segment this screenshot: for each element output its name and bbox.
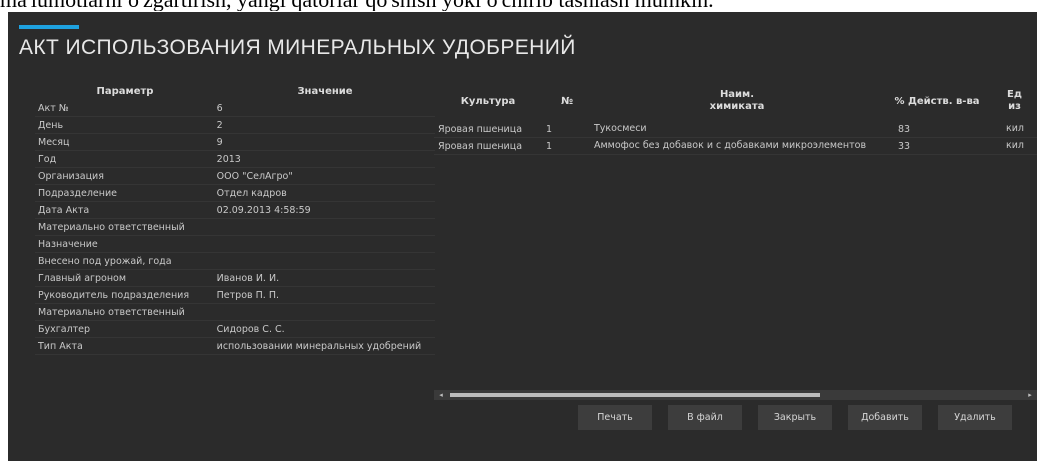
- cell-active-substance[interactable]: 33: [882, 141, 992, 152]
- parameter-label: Акт №: [38, 102, 69, 114]
- cell-unit[interactable]: кил: [992, 140, 1037, 152]
- column-number[interactable]: №: [542, 96, 592, 107]
- parameter-row[interactable]: Акт № 6: [35, 100, 435, 117]
- cell-number[interactable]: 1: [542, 141, 592, 152]
- parameter-row[interactable]: Организация ООО "СелАгро": [35, 168, 435, 185]
- parameter-label: Подразделение: [38, 187, 117, 199]
- cell-culture[interactable]: Яровая пшеница: [434, 141, 542, 152]
- parameter-label: Материально ответственный: [38, 221, 185, 233]
- cell-culture[interactable]: Яровая пшеница: [434, 124, 542, 135]
- parameter-row[interactable]: Год 2013: [35, 151, 435, 168]
- to-file-button[interactable]: В файл: [668, 405, 742, 430]
- grid-header: Культура № Наим. химиката % Действ. в-ва…: [434, 81, 1037, 121]
- parameter-label: Месяц: [38, 136, 70, 148]
- column-unit[interactable]: Ед из: [992, 89, 1037, 113]
- horizontal-scrollbar[interactable]: ◂ ▸: [434, 390, 1037, 400]
- add-button[interactable]: Добавить: [848, 405, 922, 430]
- parameter-value[interactable]: 6: [217, 103, 435, 114]
- parameter-row[interactable]: Месяц 9: [35, 134, 435, 151]
- header-value: Значение: [297, 86, 353, 97]
- parameter-value[interactable]: ООО "СелАгро": [217, 171, 435, 182]
- cell-unit[interactable]: кил: [992, 123, 1037, 135]
- parameter-row[interactable]: Дата Акта 02.09.2013 4:58:59: [35, 202, 435, 219]
- parameter-value[interactable]: 2013: [217, 154, 435, 165]
- column-culture[interactable]: Культура: [434, 96, 542, 107]
- column-unit-line2: из: [1008, 101, 1021, 112]
- table-row[interactable]: Яровая пшеница 1 Тукосмеси 83 кил: [434, 121, 1037, 138]
- parameter-table: Параметр Значение Акт № 6 День 2 Месяц 9 Год 20…: [35, 83, 435, 355]
- parameter-label: Руководитель подразделения: [38, 289, 190, 301]
- scroll-right-icon[interactable]: ▸: [1023, 390, 1037, 400]
- parameter-row[interactable]: Материально ответственный: [35, 219, 435, 236]
- table-row[interactable]: Яровая пшеница 1 Аммофос без добавок и с д…: [434, 138, 1037, 155]
- column-unit-line1: Ед: [1007, 89, 1022, 100]
- window-title: АКТ ИСПОЛЬЗОВАНИЯ МИНЕРАЛЬНЫХ УДОБРЕНИЙ: [19, 36, 576, 59]
- cell-active-substance[interactable]: 83: [882, 124, 992, 135]
- parameter-row[interactable]: Подразделение Отдел кадров: [35, 185, 435, 202]
- parameter-row[interactable]: Внесено под урожай, года: [35, 253, 435, 270]
- column-active-substance[interactable]: % Действ. в-ва: [882, 96, 992, 107]
- title-accent-bar: [19, 25, 79, 29]
- parameter-label: Материально ответственный: [38, 306, 185, 318]
- parameter-value[interactable]: 02.09.2013 4:58:59: [217, 205, 435, 216]
- parameter-row[interactable]: Материально ответственный: [35, 304, 435, 321]
- print-button[interactable]: Печать: [578, 405, 652, 430]
- parameter-row[interactable]: Руководитель подразделения Петров П. П.: [35, 287, 435, 304]
- parameter-label: Организация: [38, 170, 104, 182]
- fertilizer-grid[interactable]: Культура № Наим. химиката % Действ. в-ва…: [434, 81, 1037, 383]
- parameter-value[interactable]: 9: [217, 137, 435, 148]
- parameter-value[interactable]: Сидоров С. С.: [217, 324, 435, 335]
- delete-button[interactable]: Удалить: [938, 405, 1012, 430]
- parameter-value[interactable]: использовании минеральных удобрений: [217, 341, 435, 352]
- cell-number[interactable]: 1: [542, 124, 592, 135]
- parameter-row[interactable]: Главный агроном Иванов И. И.: [35, 270, 435, 287]
- parameter-row[interactable]: Назначение: [35, 236, 435, 253]
- parameter-label: Главный агроном: [38, 272, 127, 284]
- parameter-label: Дата Акта: [38, 204, 90, 216]
- parameter-row[interactable]: Тип Акта использовании минеральных удобре…: [35, 338, 435, 355]
- cell-chemical-name[interactable]: Тукосмеси: [592, 123, 882, 135]
- parameter-value[interactable]: 2: [217, 120, 435, 131]
- column-chemical-name[interactable]: Наим. химиката: [592, 89, 882, 113]
- close-button[interactable]: Закрыть: [758, 405, 832, 430]
- parameter-value[interactable]: Иванов И. И.: [217, 273, 435, 284]
- scrollbar-thumb[interactable]: [450, 393, 820, 397]
- parameter-value[interactable]: Отдел кадров: [217, 188, 435, 199]
- parameter-label: Назначение: [38, 238, 98, 250]
- parameter-label: День: [38, 119, 64, 131]
- parameter-value[interactable]: Петров П. П.: [217, 290, 435, 301]
- cell-chemical-name[interactable]: Аммофос без добавок и с добавками микроэ…: [592, 140, 882, 152]
- parameter-label: Бухгалтер: [38, 323, 91, 335]
- parameter-label: Внесено под урожай, года: [38, 255, 172, 267]
- parameter-row[interactable]: День 2: [35, 117, 435, 134]
- parameter-table-header: Параметр Значение: [35, 83, 435, 100]
- parameter-label: Тип Акта: [38, 340, 83, 352]
- parameter-row[interactable]: Бухгалтер Сидоров С. С.: [35, 321, 435, 338]
- column-chemical-name-line2: химиката: [709, 101, 765, 112]
- scroll-left-icon[interactable]: ◂: [434, 390, 448, 400]
- act-window: АКТ ИСПОЛЬЗОВАНИЯ МИНЕРАЛЬНЫХ УДОБРЕНИЙ …: [8, 12, 1037, 461]
- document-caption-text: ma'lumotlarni o'zgartirish, yangi qatorl…: [0, 0, 1037, 11]
- parameter-label: Год: [38, 153, 57, 165]
- column-chemical-name-line1: Наим.: [719, 89, 755, 100]
- header-parameter: Параметр: [96, 86, 154, 97]
